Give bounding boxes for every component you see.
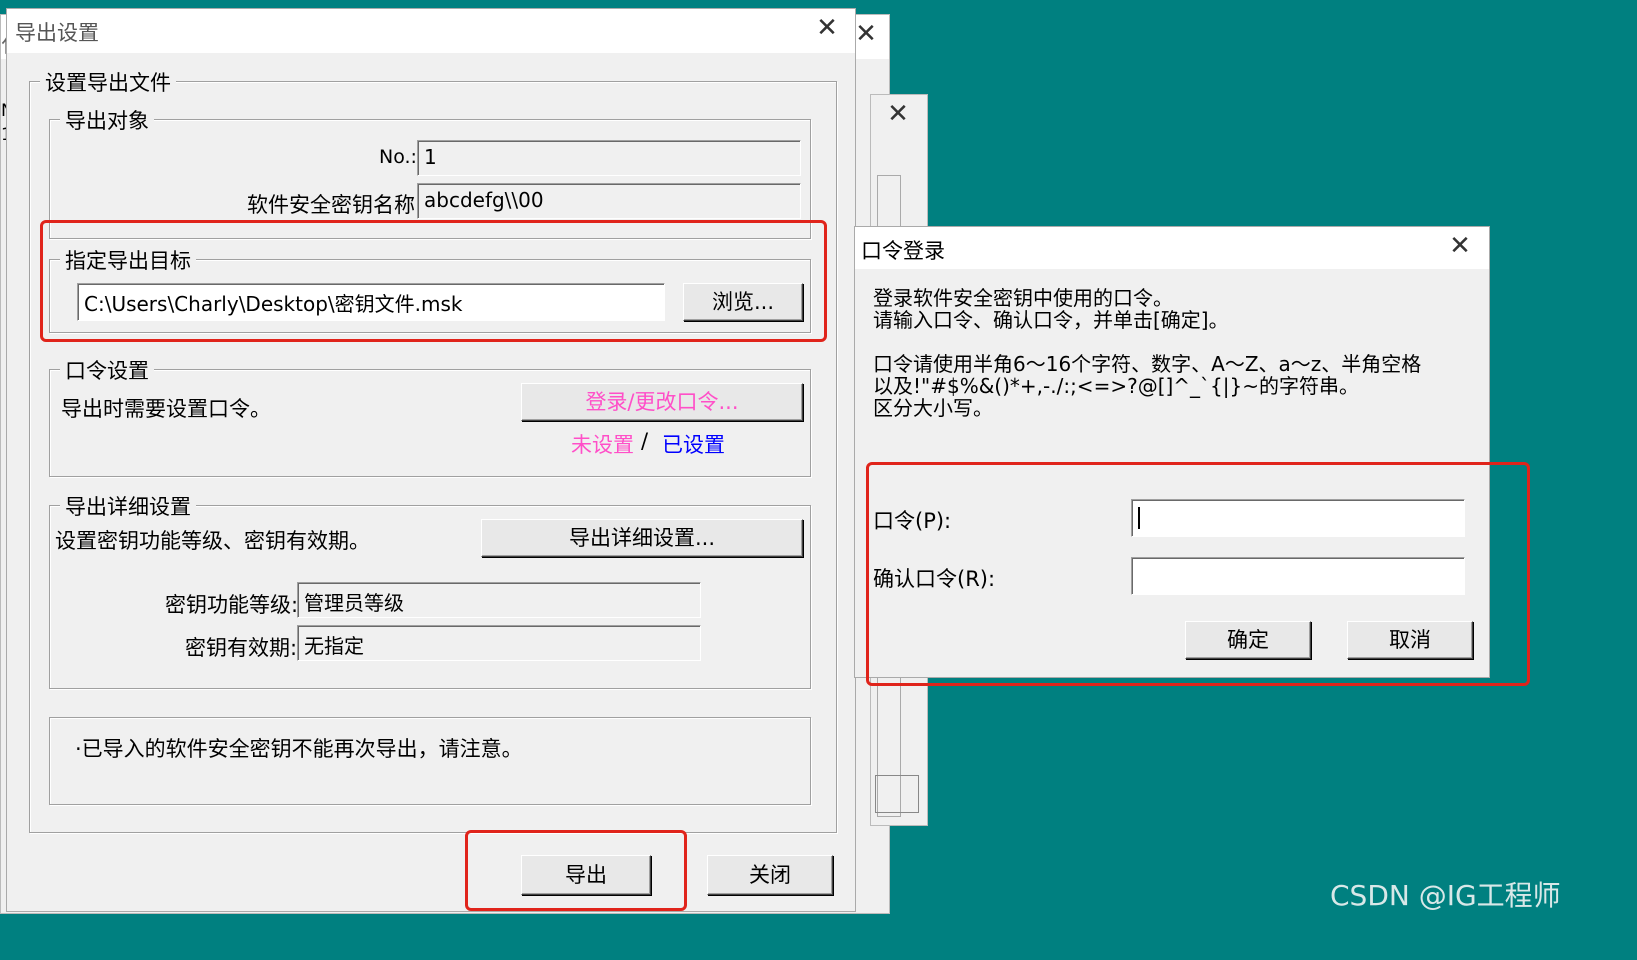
browse-button[interactable]: 浏览... xyxy=(683,283,803,321)
text-cursor xyxy=(1138,507,1140,529)
export-settings-dialog: 导出设置 ✕ 设置导出文件 导出对象 No.: 1 软件安全密钥名称: abcd… xyxy=(6,8,856,912)
key-validity-label: 密钥有效期: xyxy=(185,636,298,660)
password-login-dialog: 口令登录 ✕ 登录软件安全密钥中使用的口令。 请输入口令、确认口令，并单击[确定… xyxy=(854,226,1490,678)
key-validity-field: 无指定 xyxy=(297,625,701,661)
dialog-title: 导出设置 xyxy=(15,21,99,45)
close-button[interactable]: 关闭 xyxy=(707,855,833,895)
export-detail-button[interactable]: 导出详细设置... xyxy=(481,519,803,557)
key-level-field: 管理员等级 xyxy=(297,582,701,618)
password-label: 口令(P): xyxy=(873,509,952,533)
instruction-line-3: 口令请使用半角6～16个字符、数字、A～Z、a～z、半角空格 xyxy=(873,352,1422,376)
export-object-legend: 导出对象 xyxy=(60,105,154,135)
status-unset: 未设置 xyxy=(571,433,634,457)
export-object-group: 导出对象 xyxy=(49,105,811,239)
cancel-button[interactable]: 取消 xyxy=(1347,621,1473,659)
dialog-title: 口令登录 xyxy=(861,239,945,263)
background-button xyxy=(875,775,919,813)
note-text: ·已导入的软件安全密钥不能再次导出，请注意。 xyxy=(75,737,523,761)
key-name-field: abcdefg\\00 xyxy=(417,183,801,219)
password-desc: 导出时需要设置口令。 xyxy=(61,397,271,421)
set-export-file-legend: 设置导出文件 xyxy=(40,67,176,97)
status-separator: / xyxy=(641,429,649,453)
close-icon[interactable]: ✕ xyxy=(812,13,842,43)
export-detail-legend: 导出详细设置 xyxy=(60,491,196,521)
title-bar: 导出设置 ✕ xyxy=(7,9,855,53)
ok-button[interactable]: 确定 xyxy=(1185,621,1311,659)
instruction-line-2: 请输入口令、确认口令，并单击[确定]。 xyxy=(873,308,1229,332)
close-icon[interactable]: ✕ xyxy=(883,99,913,129)
login-change-password-button[interactable]: 登录/更改口令... xyxy=(521,383,803,421)
instruction-line-1: 登录软件安全密钥中使用的口令。 xyxy=(873,286,1173,310)
instructions: 登录软件安全密钥中使用的口令。 请输入口令、确认口令，并单击[确定]。 口令请使… xyxy=(873,287,1421,419)
no-label: No.: xyxy=(379,146,417,168)
detail-desc: 设置密钥功能等级、密钥有效期。 xyxy=(55,529,370,553)
watermark: CSDN @IG工程师 xyxy=(1330,879,1561,912)
export-button[interactable]: 导出 xyxy=(521,855,651,895)
key-name-label: 软件安全密钥名称: xyxy=(247,193,423,217)
password-settings-legend: 口令设置 xyxy=(60,355,154,385)
confirm-password-label: 确认口令(R): xyxy=(873,567,996,591)
confirm-password-input[interactable] xyxy=(1131,557,1465,595)
export-target-legend: 指定导出目标 xyxy=(60,245,196,275)
key-level-label: 密钥功能等级: xyxy=(165,593,299,617)
instruction-line-4: 以及!"#$%&()*+,-./:;<=>?@[]^_`{|}~的字符串。 xyxy=(873,374,1360,398)
no-field: 1 xyxy=(417,140,801,176)
password-input[interactable] xyxy=(1131,499,1465,537)
status-set: 已设置 xyxy=(662,433,725,457)
title-bar: 口令登录 ✕ xyxy=(855,227,1489,269)
close-icon[interactable]: ✕ xyxy=(1445,231,1475,261)
instruction-line-5: 区分大小写。 xyxy=(873,396,993,420)
export-path-input[interactable]: C:\Users\Charly\Desktop\密钥文件.msk xyxy=(77,283,665,321)
